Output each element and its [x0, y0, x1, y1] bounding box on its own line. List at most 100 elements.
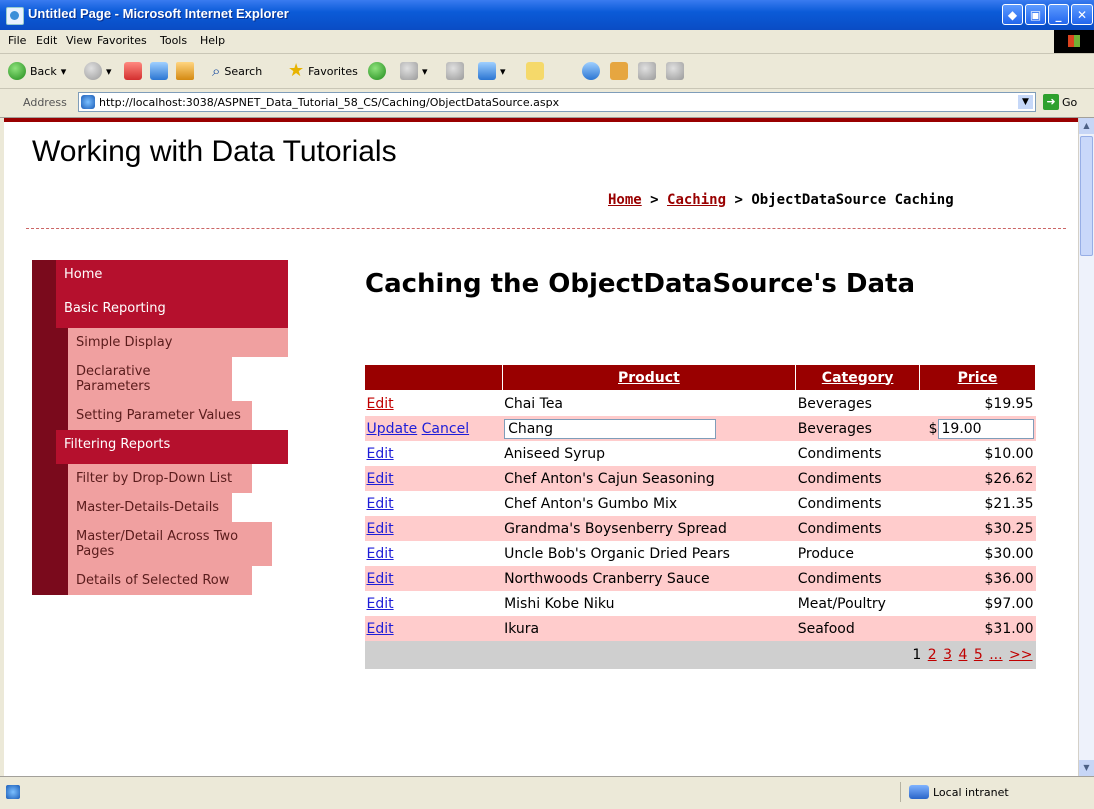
product-cell: Chef Anton's Cajun Seasoning — [502, 466, 796, 491]
pager-page-link[interactable]: 4 — [958, 647, 967, 663]
tools-icon — [638, 62, 656, 80]
chevron-down-icon: ▾ — [500, 64, 506, 78]
breadcrumb-sep: > — [726, 192, 752, 208]
sort-price-link[interactable]: Price — [958, 370, 998, 386]
edit-link[interactable]: Edit — [367, 471, 394, 487]
sidebar-item-home[interactable]: Home — [32, 260, 288, 294]
category-cell: Beverages — [795, 416, 920, 441]
chevron-down-icon[interactable]: ▼ — [1018, 95, 1033, 109]
chevron-down-icon: ▾ — [422, 64, 428, 78]
messenger-button[interactable] — [582, 62, 600, 80]
grid-button[interactable] — [666, 62, 684, 80]
breadcrumb: Home > Caching > ObjectDataSource Cachin… — [608, 192, 954, 208]
edit-link[interactable]: Edit — [367, 546, 394, 562]
breadcrumb-home[interactable]: Home — [608, 192, 642, 208]
update-link[interactable]: Update — [367, 421, 418, 437]
product-cell: Chef Anton's Gumbo Mix — [502, 491, 796, 516]
cancel-link[interactable]: Cancel — [422, 421, 469, 437]
address-input[interactable]: http://localhost:3038/ASPNET_Data_Tutori… — [78, 92, 1036, 112]
pager-current-page: 1 — [912, 647, 922, 663]
sidebar-item-label: Declarative Parameters — [76, 364, 151, 394]
pager-more-link[interactable]: ... — [989, 647, 1002, 663]
pager-page-link[interactable]: 2 — [928, 647, 937, 663]
menu-favorites[interactable]: Favorites — [97, 34, 147, 47]
pager-page-link[interactable]: 3 — [943, 647, 952, 663]
product-cell: Aniseed Syrup — [502, 441, 796, 466]
table-row: Edit Chef Anton's Cajun Seasoning Condim… — [364, 466, 1036, 491]
close-button[interactable]: ✕ — [1071, 4, 1093, 25]
breadcrumb-caching[interactable]: Caching — [667, 192, 726, 208]
breadcrumb-current: ObjectDataSource Caching — [751, 192, 954, 208]
edit-link[interactable]: Edit — [367, 621, 394, 637]
edit-link[interactable]: Edit — [367, 396, 394, 412]
grid-header-category[interactable]: Category — [795, 364, 921, 391]
product-name-input[interactable] — [504, 418, 717, 439]
menu-edit[interactable]: Edit — [36, 34, 57, 47]
go-button[interactable]: ➜ Go — [1043, 94, 1077, 110]
sidebar-item-simple-display[interactable]: Simple Display — [32, 328, 288, 357]
edit-button[interactable]: ▾ — [478, 62, 506, 80]
tools-button[interactable] — [638, 62, 656, 80]
scroll-thumb[interactable] — [1080, 136, 1093, 256]
search-button[interactable]: ⌕ Search — [212, 62, 262, 80]
back-arrow-icon — [8, 62, 26, 80]
sidebar-item-master-details-details[interactable]: Master-Details-Details — [32, 493, 232, 522]
vertical-scrollbar[interactable]: ▲ ▼ — [1078, 118, 1094, 776]
stop-button[interactable] — [124, 62, 142, 80]
site-title: Working with Data Tutorials — [32, 135, 397, 168]
menu-view[interactable]: View — [66, 34, 92, 47]
edit-link[interactable]: Edit — [367, 596, 394, 612]
price-cell: $10.00 — [919, 441, 1036, 466]
sidebar-item-filtering-reports[interactable]: Filtering Reports — [32, 430, 288, 464]
grid-header-product[interactable]: Product — [501, 364, 797, 391]
favorites-button[interactable]: ★ Favorites — [288, 62, 358, 80]
chevron-down-icon: ▾ — [106, 64, 112, 78]
forward-arrow-icon — [84, 62, 102, 80]
scroll-down-icon[interactable]: ▼ — [1079, 760, 1094, 776]
pager-page-link[interactable]: 5 — [974, 647, 983, 663]
ie-app-icon — [6, 7, 24, 25]
pager-next-link[interactable]: >> — [1009, 647, 1032, 663]
sidebar-item-label: Filter by Drop-Down List — [76, 471, 233, 486]
sidebar-item-basic-reporting[interactable]: Basic Reporting — [32, 294, 288, 328]
price-cell: $19.95 — [919, 390, 1036, 416]
back-button[interactable]: Back ▾ — [8, 62, 66, 80]
restore-icon[interactable]: ◆ — [1002, 4, 1023, 25]
grid-header-price[interactable]: Price — [919, 364, 1036, 391]
scroll-up-icon[interactable]: ▲ — [1079, 118, 1094, 134]
table-row-editing: Update Cancel Beverages $ — [364, 416, 1036, 441]
sort-category-link[interactable]: Category — [822, 370, 894, 386]
edit-link[interactable]: Edit — [367, 496, 394, 512]
menu-tools[interactable]: Tools — [160, 34, 187, 47]
price-cell: $30.25 — [919, 516, 1036, 541]
sort-product-link[interactable]: Product — [618, 370, 680, 386]
home-button[interactable] — [176, 62, 194, 80]
windows-logo-icon — [1054, 30, 1094, 53]
edit-link[interactable]: Edit — [367, 571, 394, 587]
star-icon: ★ — [288, 60, 305, 81]
sidebar-item-setting-parameter-values[interactable]: Setting Parameter Values — [32, 401, 252, 430]
edit-link[interactable]: Edit — [367, 446, 394, 462]
sidebar-item-declarative-parameters[interactable]: Declarative Parameters — [32, 357, 232, 401]
research-button[interactable] — [610, 62, 628, 80]
forward-button[interactable]: ▾ — [84, 62, 112, 80]
unit-price-input[interactable] — [937, 418, 1034, 439]
price-cell: $97.00 — [919, 591, 1036, 616]
breadcrumb-sep: > — [641, 192, 668, 208]
sidebar-item-details-selected-row[interactable]: Details of Selected Row — [32, 566, 252, 595]
discuss-button[interactable] — [526, 62, 544, 80]
sidebar-item-master-detail-two-pages[interactable]: Master/Detail Across Two Pages — [32, 522, 272, 566]
mail-button[interactable]: ▾ — [400, 62, 428, 80]
menu-help[interactable]: Help — [200, 34, 225, 47]
menu-file[interactable]: File — [8, 34, 26, 47]
edit-link[interactable]: Edit — [367, 521, 394, 537]
sidebar-item-filter-by-dropdown[interactable]: Filter by Drop-Down List — [32, 464, 252, 493]
print-button[interactable] — [446, 62, 464, 80]
maximize-icon[interactable]: ▣ — [1025, 4, 1046, 25]
toolbar: Back ▾ ▾ ⌕ Search ★ Favorites ▾ ▾ — [0, 54, 1094, 89]
minimize-button[interactable]: _ — [1048, 4, 1069, 25]
product-cell: Grandma's Boysenberry Spread — [502, 516, 796, 541]
refresh-button[interactable] — [150, 62, 168, 80]
history-button[interactable] — [368, 62, 386, 80]
price-cell: $30.00 — [919, 541, 1036, 566]
